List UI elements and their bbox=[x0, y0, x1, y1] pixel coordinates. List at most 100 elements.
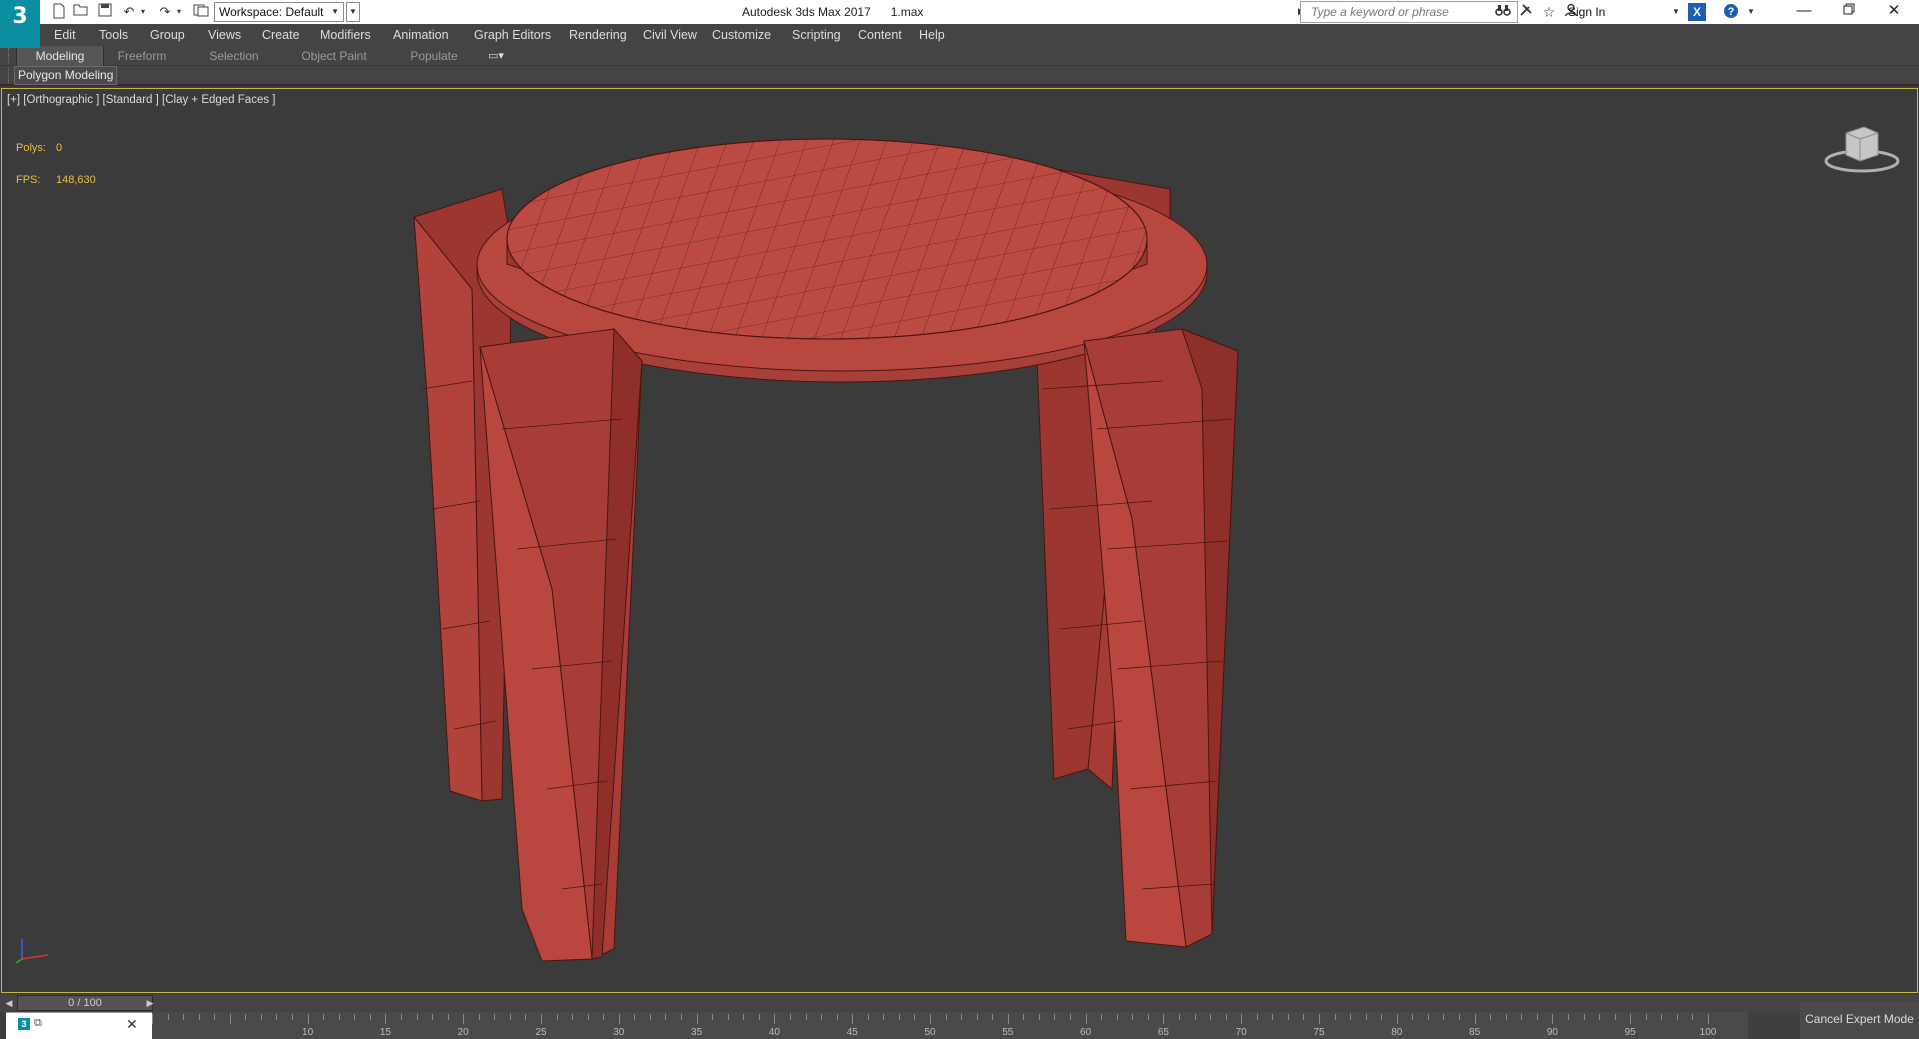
time-slider-thumb[interactable]: 0 / 100 bbox=[17, 995, 153, 1011]
ribbon-grip[interactable] bbox=[8, 48, 11, 64]
menu-group[interactable]: Group bbox=[150, 24, 185, 46]
timeline-tick bbox=[1459, 1014, 1461, 1020]
minimized-window-tab[interactable]: 3 ⧉ ✕ bbox=[6, 1012, 152, 1039]
sign-in-button[interactable]: Sign In bbox=[1568, 0, 1605, 24]
app-logo-icon[interactable]: 3 bbox=[0, 0, 40, 48]
table-model[interactable] bbox=[2, 89, 1918, 993]
menu-tools[interactable]: Tools bbox=[99, 24, 128, 46]
tools-icon[interactable] bbox=[1517, 3, 1535, 21]
menu-create[interactable]: Create bbox=[262, 24, 300, 46]
timeline-tick bbox=[914, 1014, 916, 1020]
help-dropdown-icon[interactable]: ▼ bbox=[1742, 3, 1760, 21]
timeline-tick bbox=[1194, 1014, 1196, 1020]
star-icon[interactable]: ☆ bbox=[1540, 3, 1558, 21]
timeline-tick bbox=[447, 1014, 449, 1020]
timeline-tick bbox=[696, 1014, 698, 1024]
timeline-tick bbox=[1490, 1014, 1492, 1020]
menu-animation[interactable]: Animation bbox=[393, 24, 449, 46]
timeline-tick bbox=[758, 1014, 760, 1020]
workspace-dropdown[interactable]: Workspace: Default ▼ bbox=[214, 2, 344, 22]
close-icon[interactable]: ✕ bbox=[126, 1016, 138, 1033]
panel-grip[interactable] bbox=[8, 68, 11, 83]
new-file-icon[interactable] bbox=[50, 3, 68, 21]
chevron-down-icon[interactable]: ▼ bbox=[1672, 0, 1680, 24]
title-bar: 3 ↶ ▾ ↷ ▾ Workspace: Default ▼ ▼ Autodes… bbox=[0, 0, 1919, 48]
polygon-modeling-button[interactable]: Polygon Modeling bbox=[14, 66, 118, 85]
exchange-icon[interactable]: X bbox=[1688, 3, 1706, 21]
timeline-tick bbox=[1412, 1014, 1414, 1020]
timeline-tick-label: 95 bbox=[1624, 1027, 1636, 1038]
timeline-tick bbox=[1599, 1014, 1601, 1020]
timeline-tick-label: 30 bbox=[613, 1027, 625, 1038]
timeline-tick bbox=[712, 1014, 714, 1020]
timeline-tick bbox=[556, 1014, 558, 1020]
save-icon[interactable] bbox=[96, 3, 114, 21]
timeline-tick bbox=[1272, 1014, 1274, 1020]
window-title: Autodesk 3ds Max 2017 1.max bbox=[742, 5, 924, 19]
timeline-tick bbox=[183, 1014, 185, 1020]
timeline-tick bbox=[1474, 1014, 1476, 1024]
timeline-tick bbox=[1396, 1014, 1398, 1024]
tab-freeform[interactable]: Freeform bbox=[104, 46, 180, 66]
timeline-tick-label: 10 bbox=[302, 1027, 314, 1038]
timeline-tick bbox=[229, 1014, 231, 1024]
time-slider: ◀ 0 / 100 ▶ bbox=[0, 994, 1919, 1012]
tab-modeling[interactable]: Modeling bbox=[16, 46, 104, 66]
viewcube-icon[interactable] bbox=[1822, 119, 1902, 179]
time-next-icon[interactable]: ▶ bbox=[143, 995, 157, 1011]
timeline-tick-label: 45 bbox=[846, 1027, 858, 1038]
timeline-tick bbox=[432, 1014, 434, 1020]
menu-modifiers[interactable]: Modifiers bbox=[320, 24, 371, 46]
track-bar[interactable]: 10 15 20 25 30 35 40 45 50 55 60 65 70 75 80 85 90 95 100 bbox=[152, 1012, 1748, 1039]
timeline-tick bbox=[961, 1014, 963, 1020]
timeline-tick bbox=[416, 1014, 418, 1020]
timeline-tick bbox=[976, 1014, 978, 1020]
tab-object-paint[interactable]: Object Paint bbox=[290, 46, 378, 66]
workspace-label: Workspace: Default bbox=[219, 5, 324, 19]
menu-content[interactable]: Content bbox=[858, 24, 902, 46]
binoculars-icon[interactable] bbox=[1494, 3, 1512, 21]
timeline-tick bbox=[992, 1014, 994, 1020]
customize-qat-icon[interactable]: ▼ bbox=[346, 2, 360, 22]
ribbon-panel: Polygon Modeling bbox=[0, 66, 1919, 86]
timeline-tick bbox=[1427, 1014, 1429, 1020]
close-icon[interactable]: ✕ bbox=[1871, 0, 1917, 24]
search-field[interactable] bbox=[1300, 1, 1518, 23]
timeline-tick-label: 85 bbox=[1469, 1027, 1481, 1038]
redo-dropdown-icon[interactable]: ▾ bbox=[174, 3, 184, 21]
minimize-icon[interactable]: — bbox=[1781, 0, 1827, 24]
svg-text:?: ? bbox=[1728, 6, 1735, 18]
timeline-tick-label: 60 bbox=[1080, 1027, 1092, 1038]
menu-scripting[interactable]: Scripting bbox=[792, 24, 841, 46]
menu-civil-view[interactable]: Civil View bbox=[643, 24, 697, 46]
timeline-tick bbox=[354, 1014, 356, 1020]
restore-icon[interactable]: ⧉ bbox=[34, 1017, 42, 1030]
ribbon-toggle-icon[interactable]: ▭▾ bbox=[488, 49, 504, 62]
viewport-orthographic[interactable]: [+] [Orthographic ] [Standard ] [Clay + … bbox=[1, 88, 1918, 993]
timeline-tick bbox=[1178, 1014, 1180, 1020]
tab-populate[interactable]: Populate bbox=[396, 46, 472, 66]
redo-icon[interactable]: ↷ bbox=[156, 3, 174, 21]
cancel-expert-mode-button[interactable]: Cancel Expert Mode bbox=[1800, 1002, 1919, 1039]
timeline-tick-label: 90 bbox=[1546, 1027, 1558, 1038]
menu-rendering[interactable]: Rendering bbox=[569, 24, 627, 46]
tab-selection[interactable]: Selection bbox=[196, 46, 272, 66]
timeline-tick bbox=[649, 1014, 651, 1020]
timeline-tick-label: 55 bbox=[1002, 1027, 1014, 1038]
menu-customize[interactable]: Customize bbox=[712, 24, 771, 46]
menu-help[interactable]: Help bbox=[919, 24, 945, 46]
undo-icon[interactable]: ↶ bbox=[120, 3, 138, 21]
menu-edit[interactable]: Edit bbox=[54, 24, 76, 46]
open-file-icon[interactable] bbox=[72, 3, 90, 21]
timeline-tick bbox=[292, 1014, 294, 1020]
help-icon[interactable]: ? bbox=[1722, 3, 1740, 21]
search-input[interactable] bbox=[1301, 2, 1517, 22]
project-folder-icon[interactable] bbox=[192, 3, 210, 21]
time-prev-icon[interactable]: ◀ bbox=[2, 995, 16, 1011]
menu-views[interactable]: Views bbox=[208, 24, 241, 46]
restore-icon[interactable] bbox=[1826, 0, 1872, 24]
undo-dropdown-icon[interactable]: ▾ bbox=[138, 3, 148, 21]
menu-graph-editors[interactable]: Graph Editors bbox=[474, 24, 551, 46]
timeline-tick bbox=[1210, 1014, 1212, 1020]
timeline-tick bbox=[836, 1014, 838, 1020]
